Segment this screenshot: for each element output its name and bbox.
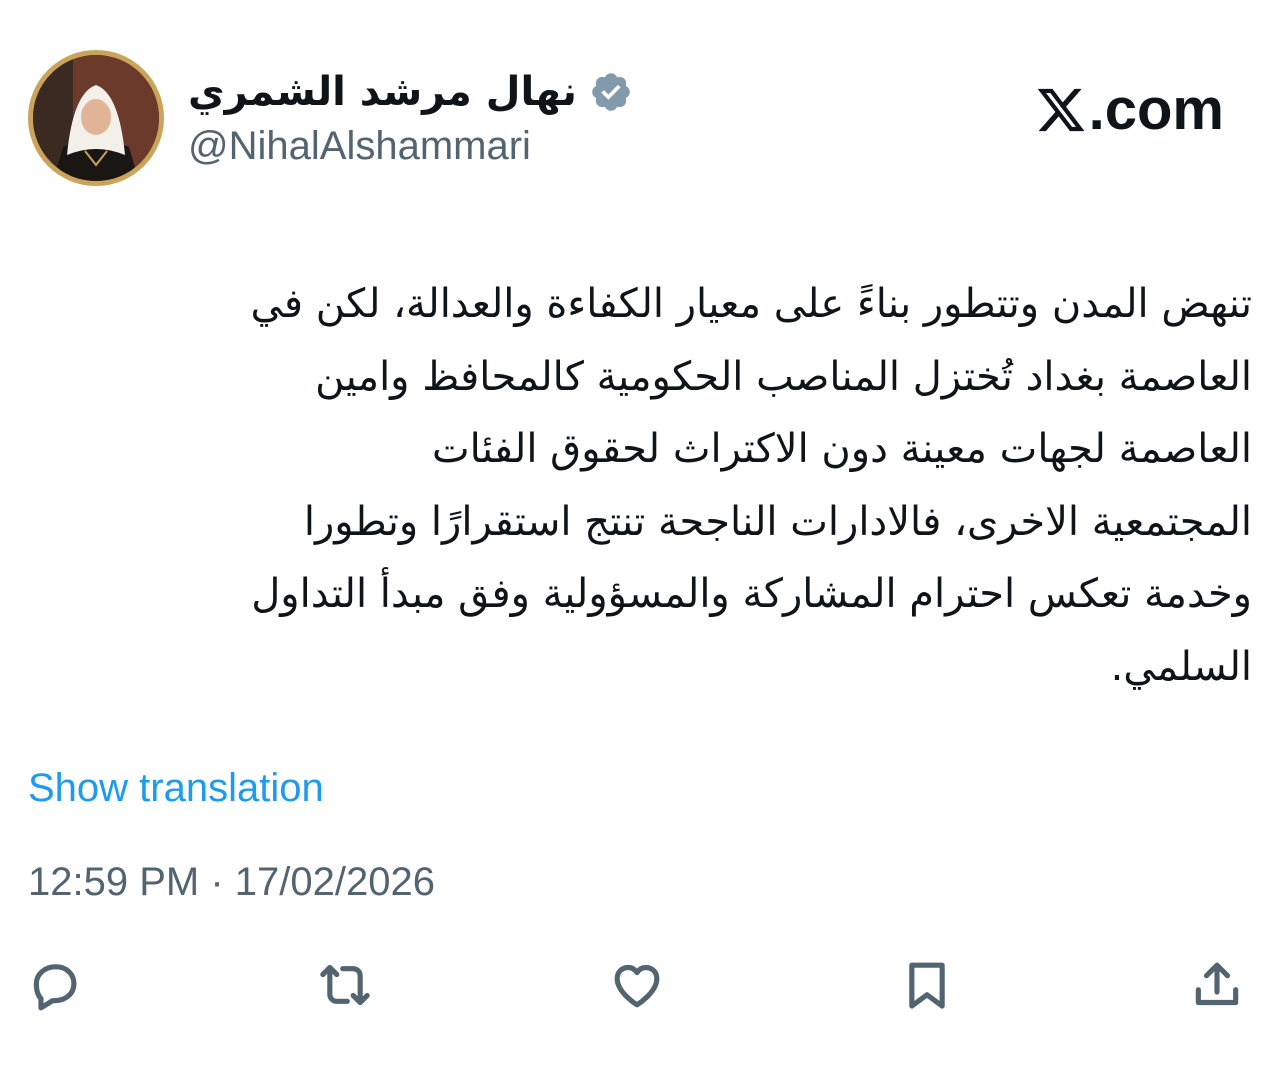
like-button[interactable] <box>602 950 672 1020</box>
retweet-button[interactable] <box>310 950 380 1020</box>
tweet-line: تنهض المدن وتتطور بناءً على معيار الكفاء… <box>250 281 1252 327</box>
tweet-timestamp[interactable]: 12:59 PM · 17/02/2026 <box>28 860 435 905</box>
display-name[interactable]: نهال مرشد الشمري <box>188 69 577 115</box>
tweet-line: العاصمة لجهات معينة دون الاكتراث لحقوق ا… <box>432 426 1252 472</box>
author-handle[interactable]: @NihalAlshammari <box>188 124 531 169</box>
x-com-brand: .com <box>1035 76 1224 143</box>
tweet-line: العاصمة بغداد تُختزل المناصب الحكومية كا… <box>315 353 1252 400</box>
show-translation-link[interactable]: Show translation <box>28 766 324 811</box>
retweet-icon <box>320 964 370 1006</box>
reply-icon <box>33 964 77 1011</box>
tweet-line: المجتمعية الاخرى، فالادارات الناجحة تنتج… <box>303 498 1252 545</box>
tweet-line: وخدمة تعكس احترام المشاركة والمسؤولية وف… <box>251 571 1252 617</box>
share-icon <box>1195 962 1239 1006</box>
tweet-line: السلمي. <box>1110 643 1252 690</box>
reply-button[interactable] <box>20 950 90 1020</box>
share-button[interactable] <box>1182 950 1252 1020</box>
x-logo-icon <box>1037 88 1085 131</box>
avatar-image <box>33 55 159 181</box>
verified-badge-icon <box>592 73 630 111</box>
brand-domain: .com <box>1088 77 1224 142</box>
bookmark-button[interactable] <box>892 950 962 1020</box>
like-icon <box>614 964 660 1008</box>
tweet-body: تنهض المدن وتتطور بناءً على معيار الكفاء… <box>24 268 1252 703</box>
avatar[interactable] <box>28 50 164 186</box>
tweet-actions-bar <box>0 950 1280 1020</box>
author-name-row: نهال مرشد الشمري <box>188 62 633 122</box>
bookmark-icon <box>909 962 945 1009</box>
